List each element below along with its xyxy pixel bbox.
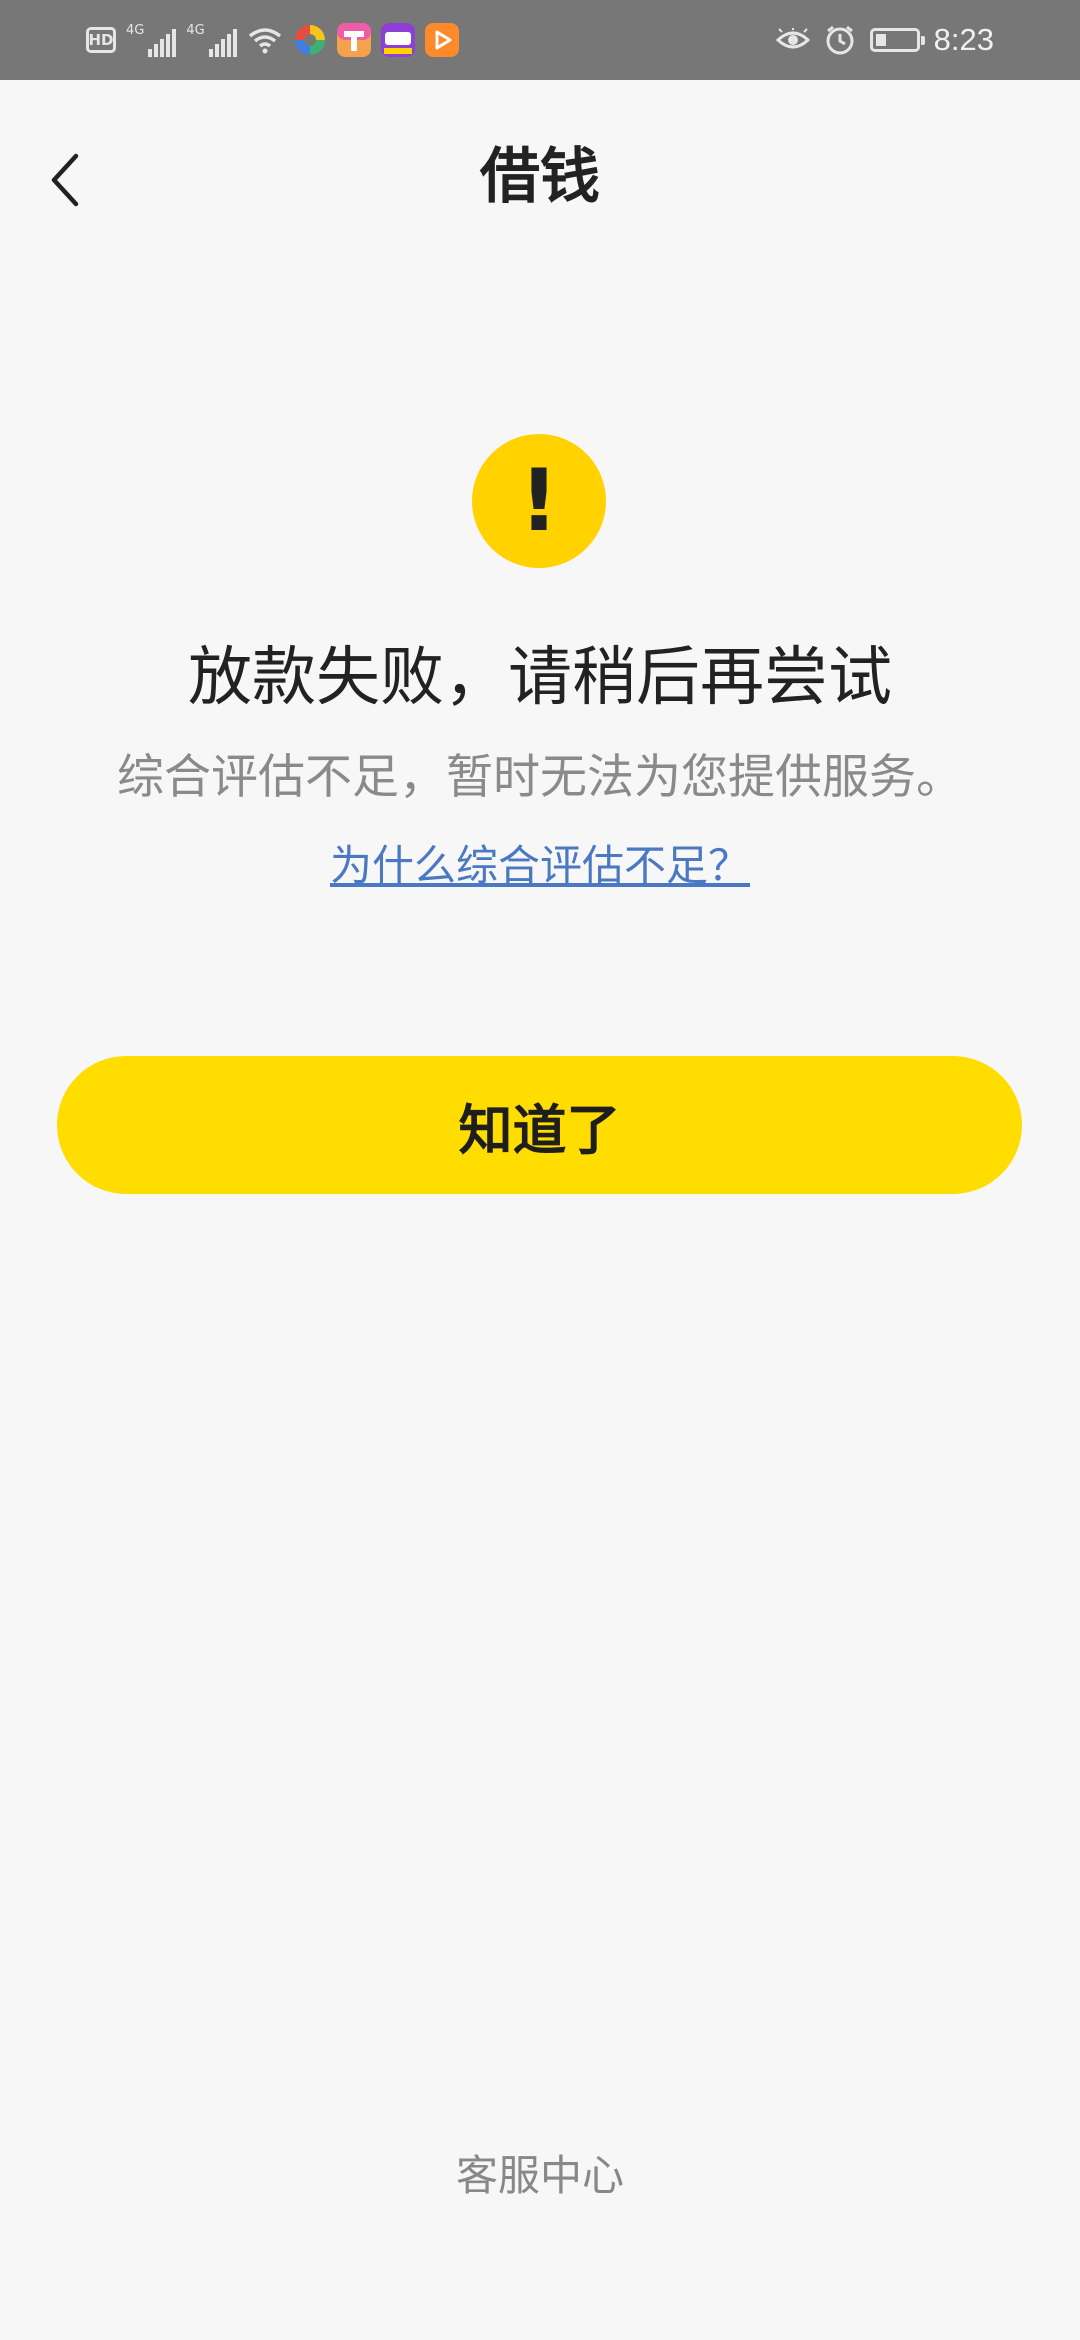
result-description: 综合评估不足，暂时无法为您提供服务。 — [117, 750, 963, 805]
network-type-label: 4G — [186, 23, 205, 38]
why-insufficient-link[interactable]: 为什么综合评估不足？ — [0, 832, 1080, 893]
status-bar-left: HD 4G 4G — [86, 20, 459, 60]
hd-icon: HD — [86, 27, 116, 53]
network-type-label: 4G — [126, 23, 145, 38]
got-it-button[interactable]: 知道了 — [57, 1056, 1022, 1194]
warning-icon: ! — [472, 434, 606, 568]
customer-service-link[interactable]: 客服中心 — [0, 2142, 1080, 2203]
status-bar: HD 4G 4G 8:23 — [0, 0, 1080, 80]
status-bar-right: 8:23 — [775, 20, 994, 60]
eye-icon — [775, 28, 810, 49]
app-game-icon — [380, 23, 415, 57]
wifi-icon — [248, 28, 281, 54]
app-color-wheel-icon — [294, 25, 325, 55]
signal-4g-icon: 4G — [126, 23, 177, 57]
signal-4g-icon: 4G — [186, 23, 237, 57]
exclamation-mark: ! — [519, 451, 559, 551]
alarm-icon — [826, 25, 854, 55]
result-title: 放款失败，请稍后再尝试 — [188, 641, 892, 715]
battery-level — [875, 34, 886, 46]
battery-icon — [869, 28, 925, 52]
status-time: 8:23 — [933, 22, 994, 57]
app-video-play-icon — [424, 23, 459, 57]
app-paint-icon — [336, 23, 371, 57]
nav-bar: 借钱 — [0, 80, 1080, 270]
page-title: 借钱 — [480, 142, 600, 212]
